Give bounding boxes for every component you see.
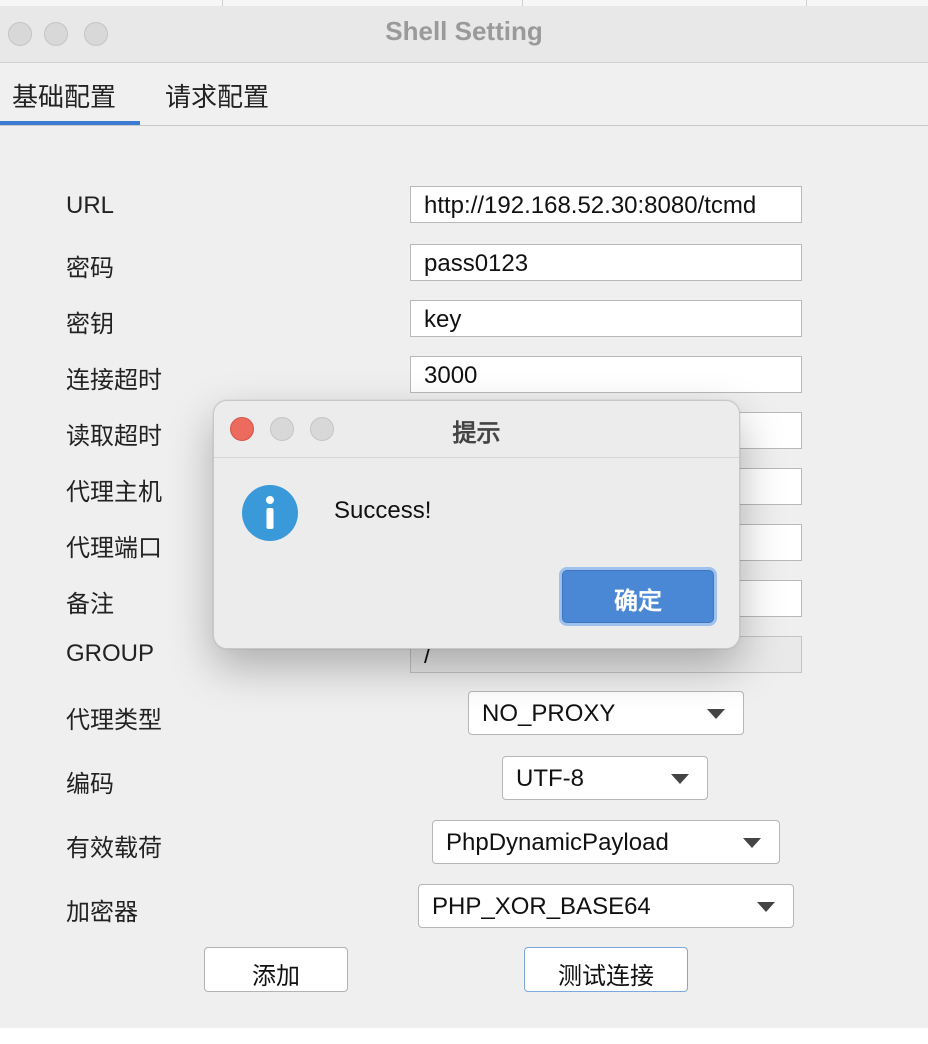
proxy-type-select[interactable]: NO_PROXY [468, 691, 744, 735]
test-connection-button[interactable]: 测试连接 [524, 947, 688, 992]
dialog-title: 提示 [452, 420, 501, 447]
cryption-select[interactable]: PHP_XOR_BASE64 [418, 884, 794, 928]
dropdown-arrow-icon [757, 902, 775, 912]
read-timeout-label: 读取超时 [66, 423, 162, 450]
key-label: 密钥 [66, 311, 114, 338]
tab-request-config[interactable]: 请求配置 [165, 77, 269, 114]
tab-bar: 基础配置 请求配置 [0, 63, 928, 126]
proxy-type-value: NO_PROXY [482, 700, 616, 727]
alert-dialog: 提示 Success! 确定 [213, 400, 740, 649]
proxy-port-label: 代理端口 [66, 535, 162, 562]
window-title: Shell Setting [385, 16, 543, 46]
payload-select[interactable]: PhpDynamicPayload [432, 820, 780, 864]
encoding-select[interactable]: UTF-8 [502, 756, 708, 800]
dropdown-arrow-icon [743, 838, 761, 848]
group-label: GROUP [66, 640, 155, 667]
payload-value: PhpDynamicPayload [446, 829, 669, 856]
info-icon [242, 485, 298, 541]
password-field[interactable]: pass0123 [410, 244, 802, 281]
add-button[interactable]: 添加 [204, 947, 348, 992]
url-label: URL [66, 192, 115, 219]
encoding-label: 编码 [66, 771, 114, 798]
connect-timeout-field[interactable]: 3000 [410, 356, 802, 393]
dialog-divider [214, 457, 739, 458]
url-field[interactable]: http://192.168.52.30:8080/tcmd [410, 186, 802, 223]
remark-label: 备注 [66, 591, 114, 618]
dropdown-arrow-icon [671, 774, 689, 784]
proxy-type-label: 代理类型 [66, 707, 162, 734]
ok-button[interactable]: 确定 [562, 570, 714, 623]
cryption-label: 加密器 [66, 899, 138, 926]
password-label: 密码 [66, 255, 114, 282]
proxy-host-label: 代理主机 [66, 479, 162, 506]
cryption-value: PHP_XOR_BASE64 [432, 893, 651, 920]
key-field[interactable]: key [410, 300, 802, 337]
dropdown-arrow-icon [707, 709, 725, 719]
tab-basic-config[interactable]: 基础配置 [12, 77, 116, 114]
encoding-value: UTF-8 [516, 765, 584, 792]
dialog-message: Success! [334, 497, 432, 524]
active-tab-indicator [0, 121, 140, 125]
title-bar: Shell Setting [0, 6, 928, 63]
connect-timeout-label: 连接超时 [66, 367, 162, 394]
payload-label: 有效载荷 [66, 835, 162, 862]
